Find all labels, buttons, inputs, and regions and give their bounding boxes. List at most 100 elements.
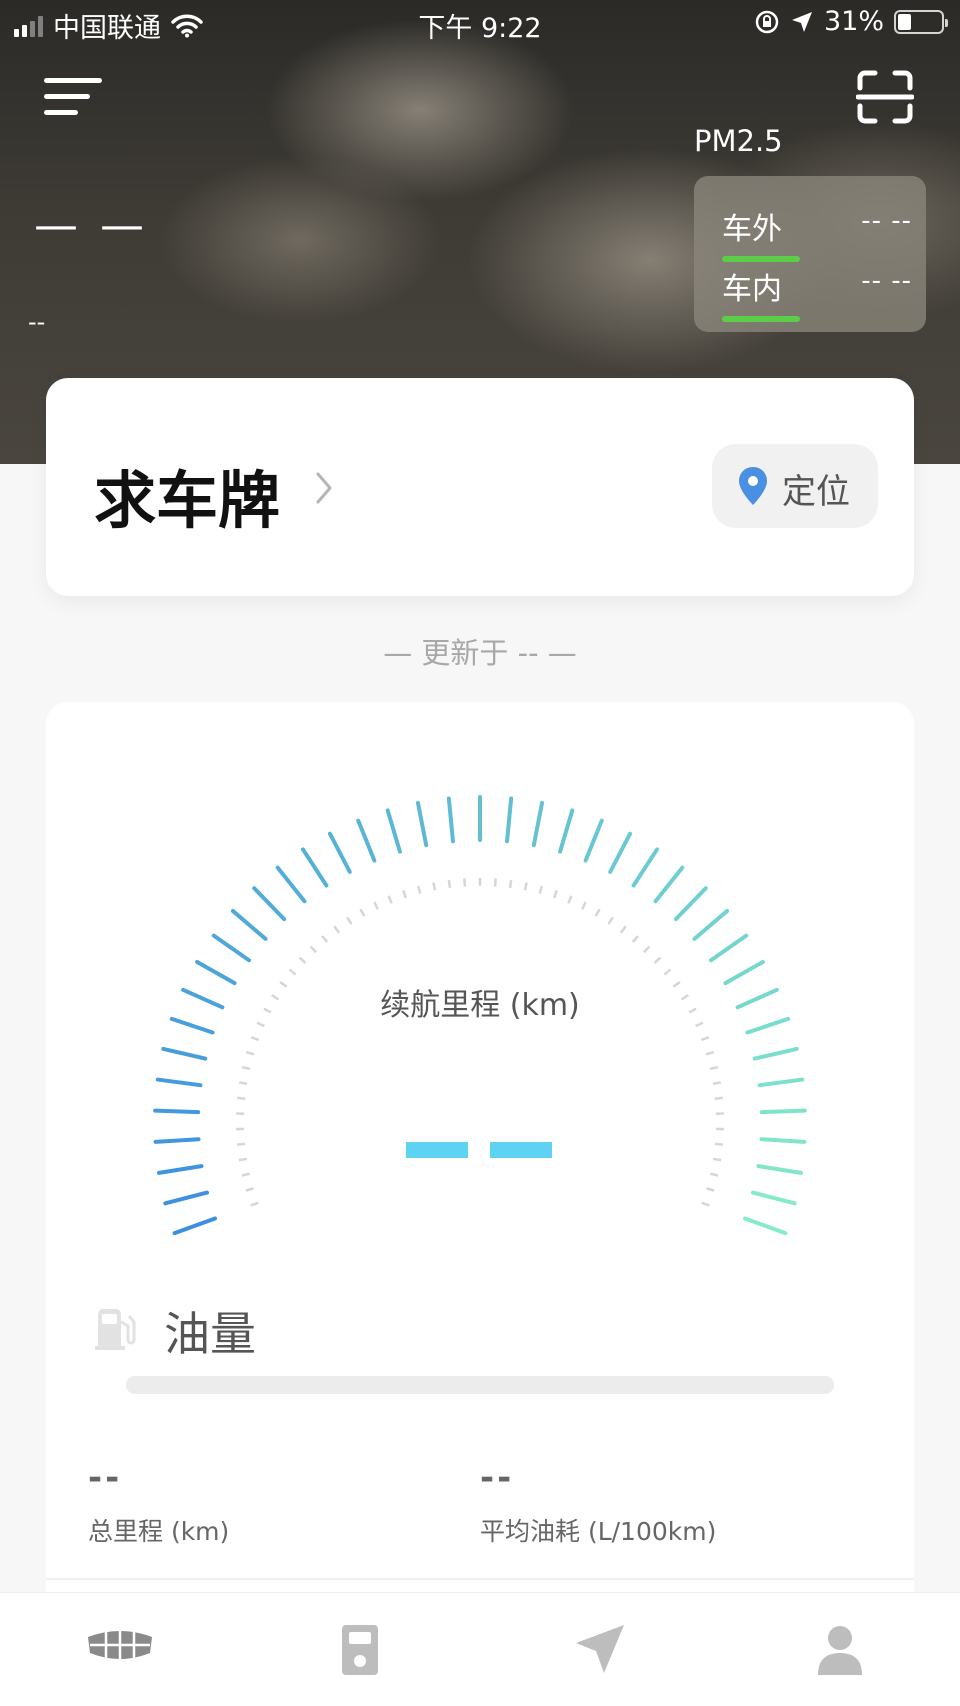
gauge-minor-tick <box>241 1172 251 1177</box>
pm25-panel: 车外 -- -- 车内 -- -- <box>694 176 926 332</box>
gauge-minor-tick <box>373 901 379 910</box>
gauge-minor-tick <box>309 945 317 954</box>
gauge-tick <box>153 1137 201 1144</box>
gauge-tick <box>631 847 660 888</box>
tab-profile[interactable] <box>800 1623 880 1683</box>
gauge-tick <box>252 886 287 922</box>
gauge-minor-tick <box>333 925 341 934</box>
pm25-outside-level-bar <box>722 256 800 262</box>
total-mileage-value: -- <box>88 1458 123 1498</box>
gauge-minor-tick <box>250 1201 259 1207</box>
locate-button[interactable]: 定位 <box>712 444 878 528</box>
gauge-tick <box>155 1077 203 1088</box>
gauge-minor-tick <box>567 895 573 904</box>
gauge-minor-tick <box>538 885 543 895</box>
car-brand-icon <box>88 1629 152 1661</box>
battery-icon <box>894 9 948 34</box>
gauge-minor-tick <box>594 908 601 917</box>
gauge-tick <box>300 847 329 888</box>
gauge-minor-tick <box>387 895 393 904</box>
gauge-tick <box>172 1216 218 1236</box>
fuel-level-bar <box>126 1376 834 1394</box>
gauge-minor-tick <box>493 878 497 887</box>
gauge-minor-tick <box>447 879 452 889</box>
gauge-minor-tick <box>463 878 467 887</box>
gauge-tick <box>558 808 575 854</box>
plate-title[interactable]: 求车牌 <box>94 450 280 540</box>
avg-fuel-value: -- <box>480 1458 515 1498</box>
gauge-tick <box>275 865 307 904</box>
gauge-minor-tick <box>238 1157 248 1162</box>
avg-fuel-label: 平均油耗 (L/100km) <box>480 1517 717 1546</box>
gauge-tick <box>531 800 545 848</box>
gauge-minor-tick <box>709 1172 719 1177</box>
gauge-minor-tick <box>619 925 627 934</box>
gauge-minor-tick <box>236 1142 246 1146</box>
gauge-minor-tick <box>607 916 614 925</box>
gauge-tick <box>692 908 730 941</box>
gauge-minor-tick <box>643 945 651 954</box>
gauge-tick <box>673 886 708 922</box>
battery-fill <box>898 13 911 30</box>
gauge-minor-tick <box>705 1050 715 1056</box>
gauge-tick <box>163 1190 209 1206</box>
range-value <box>406 1142 556 1158</box>
gauge-tick <box>759 1108 807 1115</box>
locate-label: 定位 <box>782 472 850 512</box>
chevron-right-icon[interactable] <box>314 470 334 506</box>
location-pin-icon <box>739 467 767 505</box>
vehicle-card: 求车牌 定位 <box>46 378 914 596</box>
gauge-minor-tick <box>241 1065 251 1071</box>
tab-navigation[interactable] <box>560 1623 640 1683</box>
gauge-tick <box>327 831 352 874</box>
fuel-label: 油量 <box>164 1307 256 1361</box>
gauge-minor-tick <box>321 935 329 943</box>
profile-icon <box>818 1626 862 1675</box>
gauge-minor-tick <box>417 885 422 895</box>
menu-icon[interactable] <box>44 76 104 120</box>
gauge-minor-tick <box>432 882 437 891</box>
gauge-minor-tick <box>701 1201 710 1207</box>
gauge-minor-tick <box>706 1187 715 1192</box>
range-label: 续航里程 (km) <box>380 988 580 1023</box>
tab-vehicle[interactable] <box>80 1623 160 1683</box>
gauge-tick <box>752 1046 799 1061</box>
status-bar: 中国联通 下午 9:22 31% <box>0 0 960 46</box>
gauge-tick <box>583 818 604 863</box>
gauge-minor-tick <box>245 1050 255 1056</box>
card-divider <box>46 1578 914 1580</box>
gauge-tick <box>505 796 514 844</box>
gauge-minor-tick <box>508 879 513 889</box>
tab-fuel[interactable] <box>320 1623 400 1683</box>
gauge-minor-tick <box>653 956 662 964</box>
gauge-tick <box>759 1137 807 1144</box>
gauge-tick <box>756 1164 803 1175</box>
gauge-minor-tick <box>346 916 353 925</box>
pm25-inside-value: -- -- <box>861 266 912 296</box>
gauge-minor-tick <box>359 908 366 917</box>
gauge-tick <box>446 796 455 844</box>
tab-bar <box>0 1592 960 1706</box>
pm25-outside-value: -- -- <box>861 206 912 236</box>
gauge-tick <box>356 818 377 863</box>
location-arrow-icon <box>791 11 812 32</box>
battery-percent: 31% <box>823 6 884 37</box>
gauge-tick <box>757 1077 805 1088</box>
gauge-minor-tick <box>250 1036 260 1042</box>
avg-fuel-consumption: -- 平均油耗 (L/100km) <box>480 1458 716 1548</box>
gauge-minor-tick <box>239 1081 248 1085</box>
vehicle-status-card: 续航里程 (km) 油量 -- 总里程 (km) -- 平均油耗 (L/100k… <box>46 702 914 1706</box>
gauge-minor-tick <box>714 1142 724 1146</box>
gauge-minor-tick <box>237 1096 246 1100</box>
gauge-minor-tick <box>712 1081 721 1085</box>
gauge-minor-tick <box>523 882 528 891</box>
gauge-tick <box>709 933 749 963</box>
gauge-minor-tick <box>663 968 672 976</box>
gauge-tick <box>608 831 633 874</box>
gauge-tick <box>211 933 251 963</box>
gauge-minor-tick <box>709 1065 719 1071</box>
gauge-minor-tick <box>700 1036 710 1042</box>
scan-icon[interactable] <box>856 70 914 124</box>
rotation-lock-icon <box>755 10 779 33</box>
total-mileage: -- 总里程 (km) <box>88 1458 229 1548</box>
